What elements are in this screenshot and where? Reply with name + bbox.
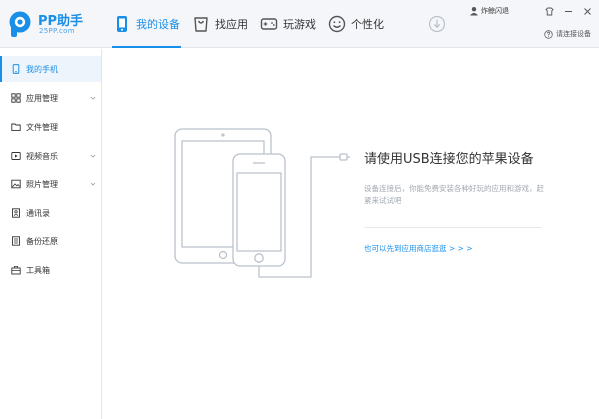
window-controls xyxy=(540,4,597,18)
connect-device-title: 请使用USB连接您的苹果设备 xyxy=(364,152,534,167)
tab-label: 找应用 xyxy=(215,18,248,31)
sidebar-item-toolbox[interactable]: 工具箱 xyxy=(0,257,101,283)
minimize-icon xyxy=(565,10,572,12)
content-divider xyxy=(364,227,542,228)
gamepad-icon xyxy=(260,18,278,30)
sidebar-item-label: 我的手机 xyxy=(26,64,58,74)
skin-button[interactable] xyxy=(540,4,559,18)
close-icon xyxy=(584,7,591,15)
sidebar-item-app-manager[interactable]: 应用管理 xyxy=(0,85,101,111)
main-content: 请使用USB连接您的苹果设备 设备连接后，你能免费安装各种好玩的应用和游戏，赶紧… xyxy=(103,49,599,419)
tab-label: 我的设备 xyxy=(136,18,180,31)
smiley-icon xyxy=(328,15,346,33)
close-button[interactable] xyxy=(578,4,597,18)
sidebar-item-label: 应用管理 xyxy=(26,93,58,103)
chevron-down-icon xyxy=(90,96,96,100)
user-icon xyxy=(470,7,478,16)
device-icon xyxy=(117,16,127,32)
app-logo: PP助手 25PP.com xyxy=(8,8,100,40)
sidebar-item-label: 视频音乐 xyxy=(26,151,58,161)
video-icon xyxy=(11,152,21,160)
tab-label: 个性化 xyxy=(351,18,384,31)
app-domain: 25PP.com xyxy=(39,27,75,35)
chevron-down-icon xyxy=(90,154,96,158)
sidebar-item-contacts[interactable]: 通讯录 xyxy=(0,200,101,226)
sidebar: 我的手机 应用管理 文件管理 视频音乐 照片管理 通讯录 备份还原 工具箱 xyxy=(0,49,102,419)
image-icon xyxy=(11,179,21,189)
apps-grid-icon xyxy=(11,93,21,103)
sidebar-item-label: 照片管理 xyxy=(26,179,58,189)
help-icon xyxy=(544,29,553,39)
tab-find-apps[interactable]: 找应用 xyxy=(187,0,255,48)
connect-device-description: 设备连接后，你能免费安装各种好玩的应用和游戏，赶紧来试试吧 xyxy=(364,184,544,205)
user-name: 炸鲸闪退 xyxy=(481,7,509,15)
user-account[interactable]: 炸鲸闪退 xyxy=(469,6,509,16)
tab-label: 玩游戏 xyxy=(283,18,316,31)
sidebar-item-backup-restore[interactable]: 备份还原 xyxy=(0,228,101,254)
tab-my-device[interactable]: 我的设备 xyxy=(108,0,187,48)
contacts-icon xyxy=(12,208,20,218)
sidebar-item-label: 通讯录 xyxy=(26,208,50,218)
sidebar-item-my-phone[interactable]: 我的手机 xyxy=(0,56,101,82)
connect-help[interactable]: 请连接设备 xyxy=(544,29,591,39)
toolbox-icon xyxy=(11,266,21,275)
sidebar-item-file-manager[interactable]: 文件管理 xyxy=(0,114,101,140)
tab-play-games[interactable]: 玩游戏 xyxy=(255,0,323,48)
folder-icon xyxy=(11,123,21,132)
app-store-link[interactable]: 也可以先到应用商店逛逛 > > > xyxy=(364,243,473,254)
main-nav: 我的设备 找应用 玩游戏 个性化 xyxy=(108,0,391,48)
download-icon[interactable] xyxy=(428,15,446,33)
tab-personalize[interactable]: 个性化 xyxy=(323,0,391,48)
sidebar-item-label: 备份还原 xyxy=(26,236,58,246)
sidebar-item-label: 工具箱 xyxy=(26,265,50,275)
help-label: 请连接设备 xyxy=(556,30,591,38)
skin-icon xyxy=(545,7,554,15)
sidebar-item-photo-manager[interactable]: 照片管理 xyxy=(0,171,101,197)
shopping-bag-icon xyxy=(194,17,208,32)
backup-icon xyxy=(12,236,20,246)
minimize-button[interactable] xyxy=(559,4,578,18)
phone-icon xyxy=(12,64,20,74)
pp-logo-icon xyxy=(9,11,31,37)
usb-connect-illustration xyxy=(174,128,350,278)
sidebar-item-video-music[interactable]: 视频音乐 xyxy=(0,143,101,169)
chevron-down-icon xyxy=(90,182,96,186)
sidebar-item-label: 文件管理 xyxy=(26,122,58,132)
top-bar: PP助手 25PP.com 我的设备 找应用 玩游戏 个性化 炸鲸闪退 请连接设… xyxy=(0,0,599,48)
